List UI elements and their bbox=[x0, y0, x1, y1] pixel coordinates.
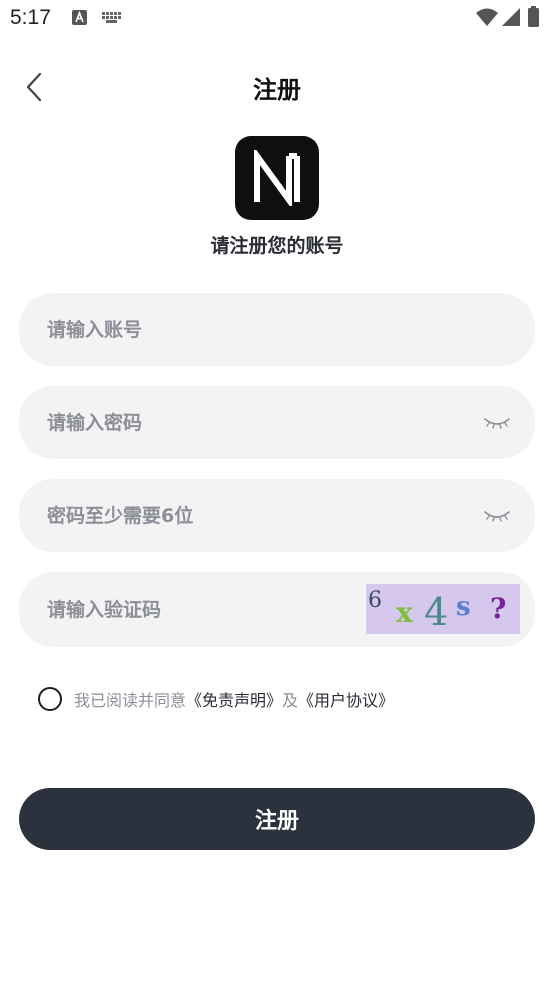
account-field-container bbox=[19, 293, 535, 366]
user-agreement-link[interactable]: 《用户协议》 bbox=[298, 687, 394, 711]
captcha-char: 4 bbox=[424, 590, 449, 634]
account-input[interactable] bbox=[47, 293, 467, 366]
agreement-joiner: 及 bbox=[282, 691, 299, 710]
password-input[interactable] bbox=[47, 386, 467, 459]
status-time: 5:17 bbox=[10, 6, 51, 29]
captcha-input[interactable] bbox=[47, 572, 357, 647]
battery-icon bbox=[528, 6, 539, 27]
wifi-icon bbox=[476, 8, 498, 26]
register-button[interactable]: 注册 bbox=[19, 788, 535, 850]
confirm-password-input[interactable] bbox=[47, 479, 467, 552]
n-logo-icon bbox=[254, 150, 300, 206]
status-bar: 5:17 bbox=[0, 0, 554, 38]
captcha-char: ? bbox=[490, 592, 507, 625]
captcha-char: s bbox=[456, 592, 471, 622]
eye-closed-icon bbox=[484, 511, 510, 522]
text-input-icon bbox=[72, 10, 87, 25]
captcha-char: 6 bbox=[368, 588, 382, 613]
page-subtitle: 请注册您的账号 bbox=[210, 235, 344, 257]
signal-icon bbox=[502, 8, 520, 26]
password-visibility-toggle[interactable] bbox=[483, 410, 511, 434]
eye-closed-icon bbox=[484, 418, 510, 429]
confirm-password-visibility-toggle[interactable] bbox=[483, 503, 511, 527]
agreement-row: 我已阅读并同意 《免责声明》 及 《用户协议》 bbox=[38, 686, 394, 712]
password-field-container bbox=[19, 386, 535, 459]
agreement-prefix: 我已阅读并同意 bbox=[74, 691, 187, 710]
app-logo bbox=[235, 136, 319, 220]
captcha-image[interactable]: 6 x 4 s ? bbox=[366, 584, 520, 634]
disclaimer-link[interactable]: 《免责声明》 bbox=[186, 687, 282, 711]
keyboard-icon bbox=[102, 12, 121, 23]
confirm-password-field-container bbox=[19, 479, 535, 552]
captcha-field-container: 6 x 4 s ? bbox=[19, 572, 535, 647]
page-title: 注册 bbox=[253, 76, 301, 104]
captcha-char: x bbox=[396, 596, 413, 629]
agreement-checkbox[interactable] bbox=[38, 687, 62, 711]
